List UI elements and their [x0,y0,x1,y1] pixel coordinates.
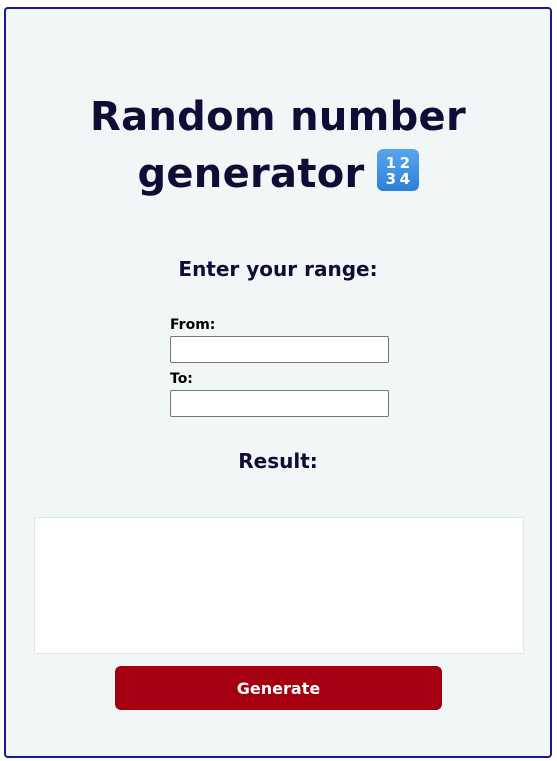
from-input[interactable] [170,336,389,363]
result-output [34,517,524,654]
page-title: Random number generator 1 2 3 4 [6,89,550,203]
generate-button[interactable]: Generate [115,666,442,710]
emoji-digit-4: 4 [399,170,410,188]
to-input[interactable] [170,390,389,417]
generator-card: Random number generator 1 2 3 4 Enter your r… [4,7,552,758]
title-line-2-text: generator [137,151,365,197]
result-heading: Result: [238,449,318,473]
input-numbers-icon: 1234 [376,149,419,191]
range-heading: Enter your range: [178,257,378,281]
to-label: To: [170,371,193,387]
emoji-digit-3: 3 [385,170,396,188]
title-line-1: Random number [89,94,466,140]
input-numbers-glyph: 1 23 4 [385,154,410,188]
from-label: From: [170,317,216,333]
title-line-2: generator 1 2 3 4 [6,146,550,203]
